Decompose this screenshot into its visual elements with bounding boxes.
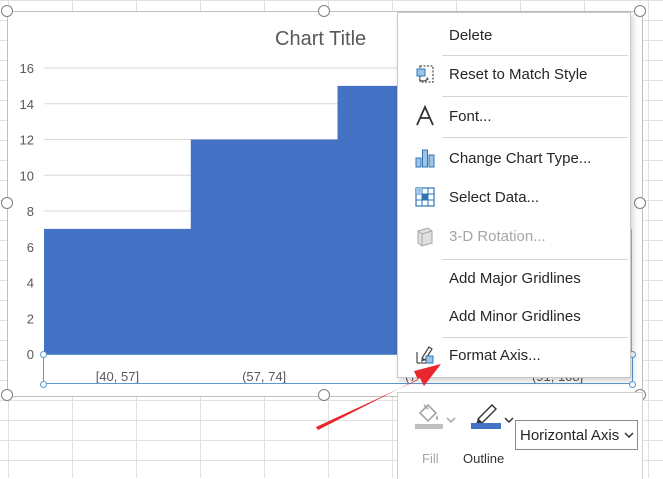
annotation-arrow <box>316 364 441 430</box>
